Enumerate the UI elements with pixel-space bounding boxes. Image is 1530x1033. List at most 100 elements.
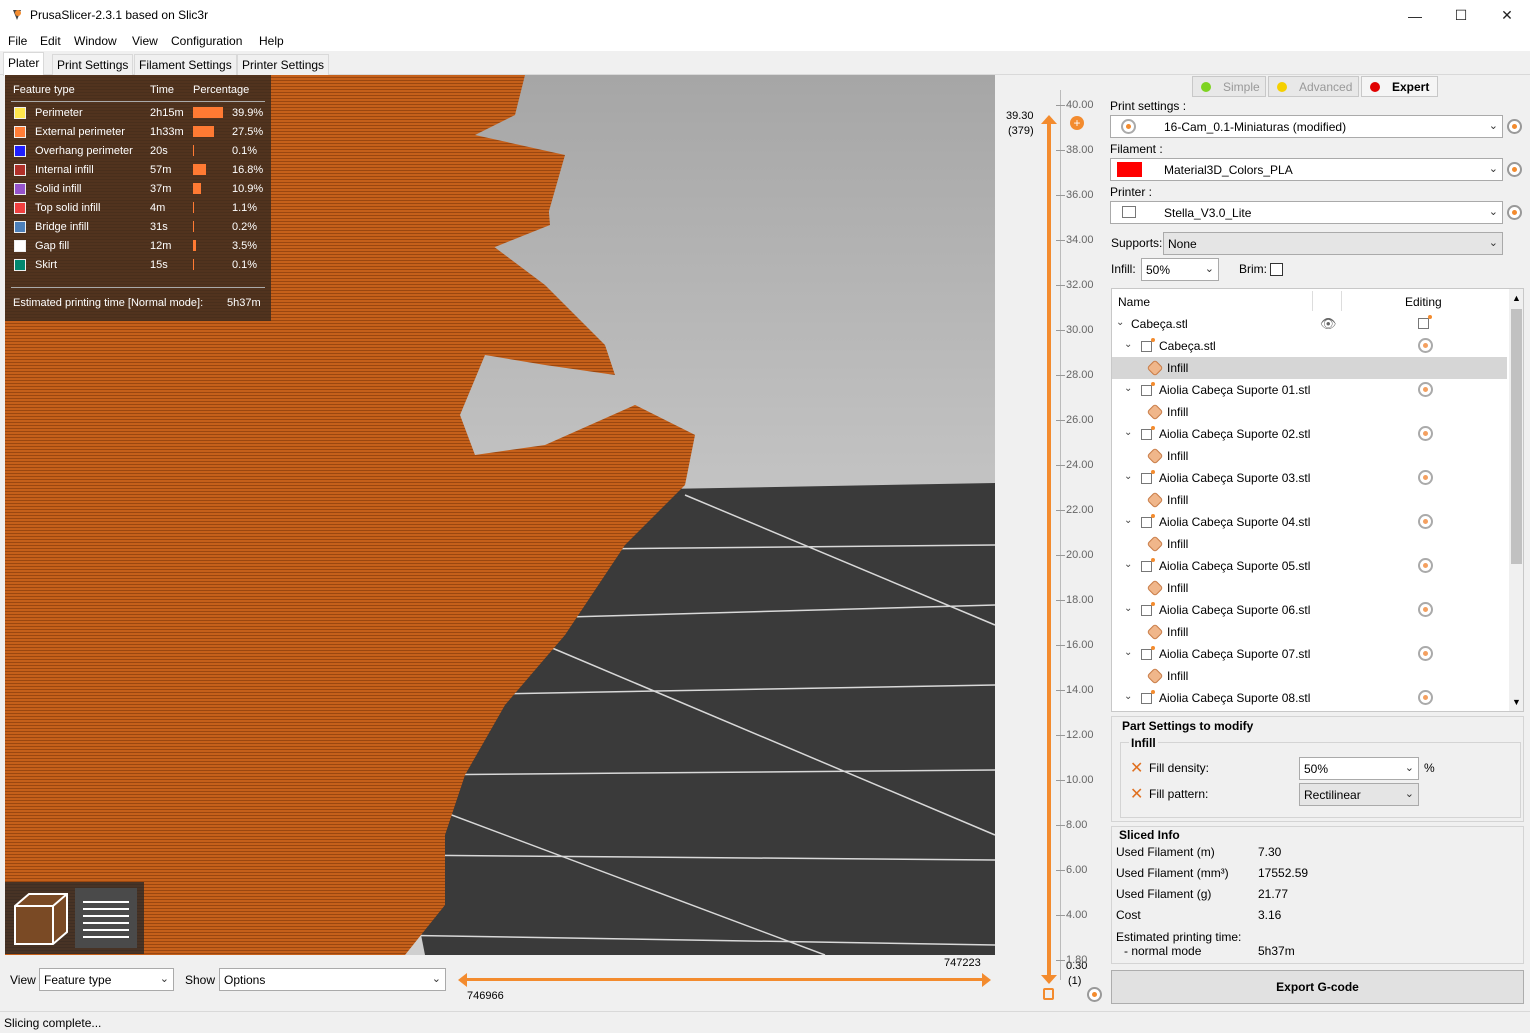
edit-part-icon[interactable] [1418, 470, 1433, 485]
chevron-down-icon[interactable]: ⌄ [1124, 559, 1132, 570]
layer-tick-mark [1056, 195, 1065, 196]
edit-part-icon[interactable] [1418, 514, 1433, 529]
add-color-change-icon[interactable]: + [1070, 116, 1084, 130]
infill-setting-icon [1146, 579, 1164, 597]
layer-top-thumb[interactable] [1041, 115, 1057, 124]
edit-part-icon[interactable] [1418, 338, 1433, 353]
tab-filament-settings[interactable]: Filament Settings [134, 54, 237, 75]
edit-part-icon[interactable] [1418, 426, 1433, 441]
tree-part-row[interactable]: ⌄ Aiolia Cabeça Suporte 05.stl [1112, 555, 1507, 577]
tree-setting-row[interactable]: Infill [1112, 665, 1507, 687]
legend-percentage-bar [193, 145, 194, 156]
chevron-down-icon[interactable]: ⌄ [1124, 515, 1132, 526]
tree-setting-row[interactable]: Infill [1112, 445, 1507, 467]
tree-setting-row[interactable]: Infill [1112, 533, 1507, 555]
brim-checkbox[interactable] [1270, 263, 1283, 276]
layer-height-tick: 22.00 [1066, 504, 1094, 516]
tree-part-row[interactable]: ⌄ Cabeça.stl [1112, 335, 1507, 357]
object-list-scrollbar[interactable]: ▲ ▼ [1509, 289, 1523, 711]
fill-density-select[interactable]: 50% ⌄ [1299, 757, 1419, 780]
slider-settings-icon[interactable] [1087, 987, 1102, 1002]
printer-select[interactable]: Stella_V3.0_Lite ⌄ [1110, 201, 1503, 224]
menu-file[interactable]: File [8, 34, 27, 48]
layer-tick-mark [1056, 735, 1065, 736]
chevron-down-icon[interactable]: ⌄ [1124, 427, 1132, 438]
chevron-down-icon[interactable]: ⌄ [1124, 471, 1132, 482]
sliced-info-value: 3.16 [1258, 908, 1282, 922]
add-settings-icon[interactable] [1418, 315, 1432, 329]
minimize-icon[interactable]: — [1392, 0, 1438, 31]
mode-simple-button[interactable]: Simple [1192, 76, 1266, 97]
chevron-down-icon[interactable]: ⌄ [1124, 691, 1132, 702]
remove-setting-icon[interactable]: ✕ [1130, 758, 1143, 778]
menu-window[interactable]: Window [74, 34, 117, 48]
edit-part-icon[interactable] [1418, 382, 1433, 397]
tree-setting-row[interactable]: Infill [1112, 401, 1507, 423]
print-settings-select[interactable]: 16-Cam_0.1-Miniaturas (modified) ⌄ [1110, 115, 1503, 138]
tree-setting-row[interactable]: Infill [1112, 489, 1507, 511]
view-type-select[interactable]: Feature type ⌄ [39, 968, 174, 991]
layer-height-tick: 8.00 [1066, 819, 1088, 831]
sliced-info-label: Used Filament (g) [1116, 887, 1212, 901]
layer-slider-track[interactable] [1047, 120, 1051, 980]
layer-height-tick: 40.00 [1066, 99, 1094, 111]
filament-select[interactable]: Material3D_Colors_PLA ⌄ [1110, 158, 1503, 181]
eye-icon[interactable]: 👁 [1320, 316, 1337, 332]
tab-printer-settings[interactable]: Printer Settings [237, 54, 330, 75]
chevron-down-icon[interactable]: ⌄ [1124, 383, 1132, 394]
tab-plater[interactable]: Plater [3, 52, 45, 76]
fill-pattern-select[interactable]: Rectilinear ⌄ [1299, 783, 1419, 806]
tree-part-row[interactable]: ⌄ Aiolia Cabeça Suporte 04.stl [1112, 511, 1507, 533]
menu-configuration[interactable]: Configuration [171, 34, 242, 48]
tree-setting-row[interactable]: Infill [1112, 621, 1507, 643]
tree-setting-row[interactable]: Infill [1112, 357, 1507, 379]
object-list[interactable]: Name Editing ▲ ▼ ⌄ Cabeça.stl 👁 ⌄ Cabeça.stl… [1111, 288, 1524, 712]
edit-part-icon[interactable] [1418, 558, 1433, 573]
close-icon[interactable]: ✕ [1484, 0, 1530, 31]
chevron-down-icon[interactable]: ⌄ [1124, 647, 1132, 658]
menu-help[interactable]: Help [259, 34, 284, 48]
tree-part-row[interactable]: ⌄ Aiolia Cabeça Suporte 08.stl [1112, 687, 1507, 709]
move-slider-left-thumb[interactable] [458, 973, 467, 987]
legend-color-swatch [14, 240, 26, 252]
mode-advanced-button[interactable]: Advanced [1268, 76, 1359, 97]
print-settings-edit-icon[interactable] [1507, 119, 1522, 134]
unlock-icon[interactable] [1043, 988, 1054, 1000]
chevron-down-icon[interactable]: ⌄ [1124, 603, 1132, 614]
mode-expert-button[interactable]: Expert [1361, 76, 1438, 97]
chevron-down-icon[interactable]: ⌄ [1124, 339, 1132, 350]
chevron-down-icon[interactable]: ▼ [1512, 697, 1521, 707]
edit-part-icon[interactable] [1418, 690, 1433, 705]
export-gcode-button[interactable]: Export G-code [1111, 970, 1524, 1004]
tree-object-row[interactable]: ⌄ Cabeça.stl 👁 [1112, 313, 1507, 335]
infill-select[interactable]: 50% ⌄ [1141, 258, 1219, 281]
filament-edit-icon[interactable] [1507, 162, 1522, 177]
tree-part-row[interactable]: ⌄ Aiolia Cabeça Suporte 06.stl [1112, 599, 1507, 621]
layers-view-icon[interactable] [75, 888, 137, 948]
edit-part-icon[interactable] [1418, 602, 1433, 617]
menu-view[interactable]: View [132, 34, 158, 48]
filament-color-swatch[interactable] [1117, 162, 1142, 177]
move-slider-track[interactable] [462, 978, 984, 981]
chevron-down-icon[interactable]: ⌄ [1116, 317, 1124, 328]
menu-edit[interactable]: Edit [40, 34, 61, 48]
chevron-up-icon[interactable]: ▲ [1512, 293, 1521, 303]
scrollbar-thumb[interactable] [1511, 309, 1522, 564]
layer-bottom-thumb[interactable] [1041, 975, 1057, 984]
3d-view-icon[interactable] [11, 888, 71, 948]
move-slider-right-thumb[interactable] [982, 973, 991, 987]
printer-edit-icon[interactable] [1507, 205, 1522, 220]
remove-setting-icon[interactable]: ✕ [1130, 784, 1143, 804]
tree-part-row[interactable]: ⌄ Aiolia Cabeça Suporte 01.stl [1112, 379, 1507, 401]
tree-part-row[interactable]: ⌄ Aiolia Cabeça Suporte 07.stl [1112, 643, 1507, 665]
tree-part-row[interactable]: ⌄ Aiolia Cabeça Suporte 02.stl [1112, 423, 1507, 445]
status-text: Slicing complete... [4, 1016, 102, 1030]
tab-print-settings[interactable]: Print Settings [52, 54, 134, 75]
edit-part-icon[interactable] [1418, 646, 1433, 661]
supports-select[interactable]: None ⌄ [1163, 232, 1503, 255]
layer-slider[interactable]: 39.30 (379) + 0.30 (1) 40.00 38.00 36.00 34… [1000, 85, 1110, 1005]
show-options-select[interactable]: Options ⌄ [219, 968, 446, 991]
tree-part-row[interactable]: ⌄ Aiolia Cabeça Suporte 03.stl [1112, 467, 1507, 489]
maximize-icon[interactable]: ☐ [1438, 0, 1484, 31]
tree-setting-row[interactable]: Infill [1112, 577, 1507, 599]
